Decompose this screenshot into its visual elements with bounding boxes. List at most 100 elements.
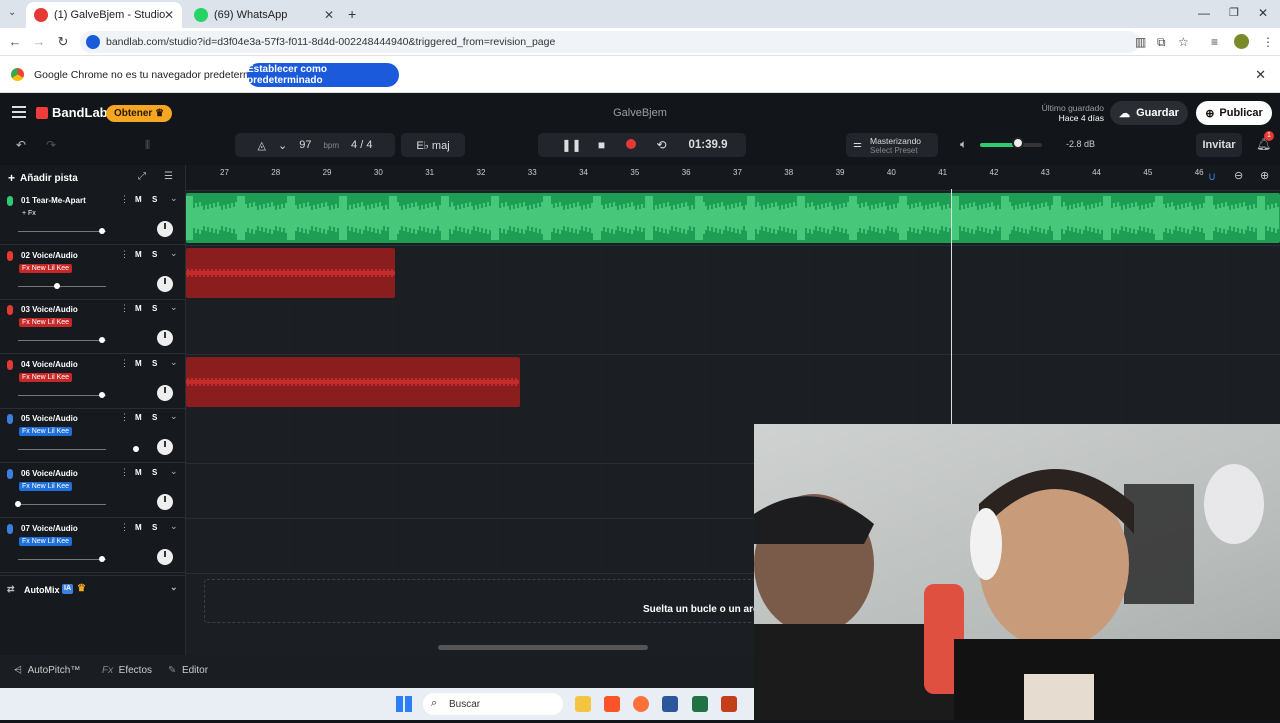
- mute-button[interactable]: M: [135, 195, 142, 204]
- audio-clip[interactable]: [186, 247, 395, 298]
- automation-icon[interactable]: ⤢: [138, 171, 146, 182]
- track-menu-icon[interactable]: ⋮: [120, 412, 129, 423]
- solo-button[interactable]: S: [152, 250, 157, 259]
- track-volume-slider[interactable]: [18, 394, 106, 396]
- powerpoint-icon[interactable]: [721, 696, 737, 712]
- track-name[interactable]: 03 Voice/Audio: [21, 305, 78, 314]
- track-volume-knob[interactable]: [54, 282, 61, 289]
- track-menu-icon[interactable]: ⋮: [120, 358, 129, 369]
- site-info-icon[interactable]: [86, 35, 100, 49]
- get-membership-button[interactable]: Obtener ♛: [106, 105, 172, 122]
- track-menu-icon[interactable]: ⋮: [120, 522, 129, 533]
- bandlab-logo[interactable]: BandLab: [36, 105, 108, 120]
- metronome-icon[interactable]: ◬: [258, 139, 266, 152]
- file-explorer-icon[interactable]: [575, 696, 591, 712]
- tab-bandlab[interactable]: (1) GalveBjem - Studio ✕: [26, 2, 182, 28]
- loop-icon[interactable]: ⟲: [646, 138, 676, 152]
- track-header[interactable]: 01 Tear-Me-Apart + Fx ⋮ M S ⌄: [0, 191, 186, 245]
- zoom-in-icon[interactable]: ⊕: [1260, 169, 1269, 182]
- excel-icon[interactable]: [692, 696, 708, 712]
- track-lane[interactable]: [186, 191, 1280, 246]
- pause-icon[interactable]: ❚❚: [556, 138, 586, 152]
- mute-button[interactable]: M: [135, 250, 142, 259]
- track-volume-slider[interactable]: [18, 558, 106, 560]
- track-lane[interactable]: [186, 300, 1280, 356]
- solo-button[interactable]: S: [152, 413, 157, 422]
- chevron-down-icon[interactable]: ⌄: [170, 302, 178, 313]
- mute-button[interactable]: M: [135, 304, 142, 313]
- close-infobar-icon[interactable]: ✕: [1255, 67, 1266, 83]
- cast-icon[interactable]: ⧉: [1157, 35, 1166, 50]
- pan-knob[interactable]: [157, 275, 173, 292]
- track-menu-icon[interactable]: ⋮: [120, 194, 129, 205]
- automix-row[interactable]: ⇄ AutoMix IA ♛ ⌄: [0, 575, 186, 601]
- autopitch-button[interactable]: ⩤ AutoPitch™: [14, 665, 80, 676]
- brave-icon[interactable]: [604, 696, 620, 712]
- pan-knob[interactable]: [157, 439, 173, 456]
- track-name[interactable]: 06 Voice/Audio: [21, 469, 78, 478]
- track-volume-knob[interactable]: [99, 228, 105, 234]
- chevron-down-icon[interactable]: ⌄: [170, 582, 178, 593]
- track-volume-slider[interactable]: [18, 231, 106, 232]
- hamburger-menu-icon[interactable]: [12, 106, 26, 118]
- fx-badge[interactable]: Fx New Lil Kee: [19, 318, 73, 328]
- mixer-icon[interactable]: ⫴: [145, 138, 150, 153]
- track-volume-slider[interactable]: [18, 504, 106, 505]
- mastering-button[interactable]: ⚌ Masterizando Select Preset: [846, 133, 938, 157]
- track-menu-icon[interactable]: ⋮: [120, 249, 129, 260]
- track-header[interactable]: 04 Voice/Audio Fx New Lil Kee ⋮ M S ⌄: [0, 355, 186, 409]
- minimize-icon[interactable]: —: [1198, 6, 1210, 20]
- metronome-menu-chevron-icon[interactable]: ⌄: [278, 139, 287, 152]
- fx-badge[interactable]: Fx New Lil Kee: [19, 263, 73, 273]
- pan-knob[interactable]: [157, 330, 173, 347]
- invite-button[interactable]: Invitar: [1196, 133, 1242, 157]
- redo-icon[interactable]: ↷: [46, 138, 56, 152]
- key-button[interactable]: E♭ maj: [401, 133, 465, 157]
- tempo-control[interactable]: ◬ ⌄ 97 bpm 4 / 4: [235, 133, 395, 157]
- track-header[interactable]: 07 Voice/Audio Fx New Lil Kee ⋮ M S ⌄: [0, 519, 186, 573]
- tab-whatsapp[interactable]: (69) WhatsApp ✕: [186, 2, 342, 28]
- url-field[interactable]: bandlab.com/studio?id=d3f04e3a-57f3-f011…: [80, 31, 1140, 53]
- set-default-button[interactable]: Establecer como predeterminado: [247, 63, 399, 87]
- profile-avatar[interactable]: [1234, 34, 1249, 49]
- record-button[interactable]: [616, 138, 646, 152]
- chevron-down-icon[interactable]: ⌄: [170, 357, 178, 368]
- track-volume-slider[interactable]: [18, 340, 106, 342]
- taskbar-search[interactable]: ⌕ Buscar: [423, 693, 563, 715]
- track-name[interactable]: 02 Voice/Audio: [21, 251, 78, 260]
- track-name[interactable]: 01 Tear-Me-Apart: [21, 196, 86, 205]
- track-header[interactable]: 05 Voice/Audio Fx New Lil Kee ⋮ M S ⌄: [0, 409, 186, 464]
- audio-clip[interactable]: [186, 356, 520, 407]
- chevron-down-icon[interactable]: ⌄: [170, 411, 178, 422]
- mute-button[interactable]: M: [135, 359, 142, 368]
- fx-badge[interactable]: Fx New Lil Kee: [19, 536, 73, 546]
- bookmark-star-icon[interactable]: ☆: [1178, 35, 1189, 49]
- track-volume-slider[interactable]: [18, 449, 106, 451]
- fx-badge[interactable]: Fx New Lil Kee: [19, 482, 73, 491]
- chevron-down-icon[interactable]: ⌄: [170, 248, 178, 259]
- track-name[interactable]: 05 Voice/Audio: [21, 414, 78, 423]
- track-volume-knob[interactable]: [133, 446, 140, 453]
- fx-badge[interactable]: + Fx: [19, 209, 39, 218]
- editor-button[interactable]: ✎ Editor: [168, 665, 208, 676]
- zoom-out-icon[interactable]: ⊖: [1234, 169, 1243, 182]
- mute-button[interactable]: M: [135, 413, 142, 422]
- solo-button[interactable]: S: [152, 523, 157, 532]
- track-name[interactable]: 07 Voice/Audio: [21, 524, 78, 533]
- pan-knob[interactable]: [157, 494, 173, 510]
- playhead[interactable]: [951, 189, 952, 425]
- track-volume-knob[interactable]: [99, 337, 105, 344]
- close-window-icon[interactable]: ✕: [1258, 6, 1268, 20]
- tab-search-icon[interactable]: ≡: [1211, 35, 1218, 49]
- track-lane[interactable]: [186, 245, 1280, 301]
- tab-list-icon[interactable]: ⌄: [8, 7, 16, 18]
- forward-icon[interactable]: →: [31, 34, 47, 49]
- solo-button[interactable]: S: [152, 359, 157, 368]
- track-settings-icon[interactable]: ☰: [164, 171, 173, 182]
- pan-knob[interactable]: [157, 384, 173, 401]
- volume-knob[interactable]: [1012, 137, 1025, 149]
- word-icon[interactable]: [662, 696, 678, 712]
- snap-magnet-icon[interactable]: ∪: [1208, 170, 1216, 183]
- master-volume-slider[interactable]: [980, 137, 1042, 150]
- chevron-down-icon[interactable]: ⌄: [170, 193, 178, 204]
